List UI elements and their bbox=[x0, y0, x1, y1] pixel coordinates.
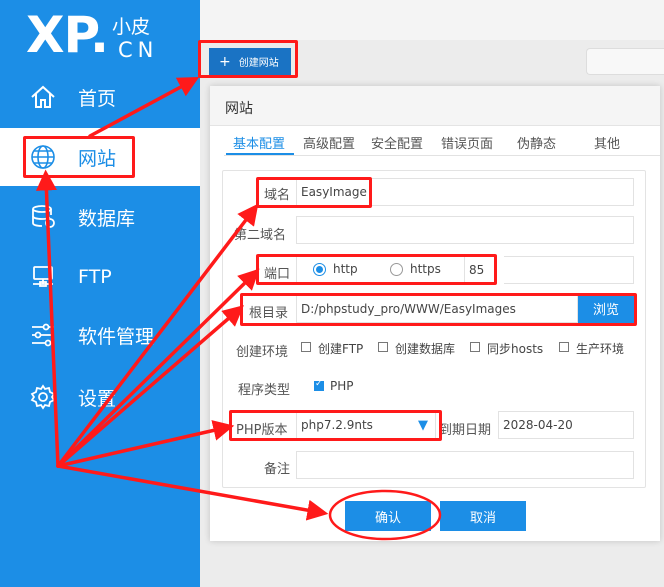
php-checkbox[interactable] bbox=[314, 379, 324, 391]
confirm-button[interactable]: 确认 bbox=[345, 501, 431, 531]
sidebar-item-label: FTP bbox=[78, 266, 112, 288]
port-number-field[interactable]: 85 bbox=[464, 256, 504, 284]
sidebar-item-software[interactable]: 软件管理 bbox=[0, 306, 200, 364]
plus-icon: + bbox=[219, 53, 231, 70]
tab-advanced[interactable]: 高级配置 bbox=[303, 133, 355, 152]
create-website-label: 创建网站 bbox=[238, 58, 279, 69]
sidebar-item-label: 设置 bbox=[78, 387, 117, 410]
http-label: http bbox=[333, 262, 358, 276]
sidebar-item-label: 数据库 bbox=[78, 207, 136, 230]
port-label: 端口 bbox=[264, 267, 291, 282]
sidebar-item-label: 软件管理 bbox=[78, 325, 155, 348]
tab-rewrite[interactable]: 伪静态 bbox=[517, 133, 556, 152]
program-type-label: 程序类型 bbox=[238, 383, 291, 398]
root-dir-label: 根目录 bbox=[249, 306, 289, 321]
logo-cn-top: 小皮 bbox=[112, 16, 151, 38]
root-dir-field[interactable]: D:/phpstudy_pro/WWW/EasyImages bbox=[296, 295, 578, 323]
tab-other[interactable]: 其他 bbox=[594, 133, 620, 152]
second-domain-label: 第二域名 bbox=[234, 228, 287, 243]
cancel-button[interactable]: 取消 bbox=[440, 501, 526, 531]
note-field[interactable] bbox=[296, 451, 634, 479]
dropdown-arrow-icon[interactable]: ▼ bbox=[418, 418, 428, 433]
home-icon bbox=[28, 82, 58, 112]
domain-field[interactable]: EasyImage bbox=[296, 178, 634, 206]
domain-label: 域名 bbox=[264, 188, 291, 203]
database-icon bbox=[28, 202, 58, 232]
https-label: https bbox=[410, 262, 441, 276]
second-domain-field[interactable] bbox=[296, 216, 634, 244]
dialog-title: 网站 bbox=[210, 86, 660, 126]
sidebar-item-website[interactable]: 网站 bbox=[0, 128, 200, 186]
ftp-checkbox-label: 创建FTP bbox=[318, 342, 364, 356]
production-checkbox-label: 生产环境 bbox=[576, 342, 625, 356]
ftp-checkbox[interactable] bbox=[301, 342, 311, 352]
sidebar-item-label: 网站 bbox=[78, 147, 117, 170]
top-bar bbox=[200, 0, 664, 40]
sidebar-item-settings[interactable]: 设置 bbox=[0, 368, 200, 426]
sidebar-item-database[interactable]: 数据库 bbox=[0, 188, 200, 246]
php-version-select[interactable]: php7.2.9nts bbox=[296, 411, 436, 439]
sidebar: XP. 小皮 CN 首页 网站 数据库 FTP 软件管理 设置 bbox=[0, 0, 200, 587]
production-checkbox[interactable] bbox=[559, 342, 569, 352]
sliders-icon bbox=[28, 320, 58, 350]
php-checkbox-label: PHP bbox=[330, 379, 354, 393]
browse-button[interactable]: 浏览 bbox=[578, 294, 634, 323]
tab-basic[interactable]: 基本配置 bbox=[233, 133, 285, 152]
http-radio[interactable] bbox=[313, 263, 326, 276]
database-checkbox-label: 创建数据库 bbox=[395, 342, 456, 356]
hosts-checkbox-label: 同步hosts bbox=[487, 342, 544, 356]
database-checkbox[interactable] bbox=[378, 342, 388, 352]
gear-icon bbox=[28, 382, 58, 412]
monitor-icon bbox=[28, 262, 58, 292]
expire-date-label: 到期日期 bbox=[439, 423, 492, 438]
tabs-divider bbox=[224, 155, 660, 156]
php-version-label: PHP版本 bbox=[236, 423, 288, 438]
logo-cn-bottom: CN bbox=[118, 38, 159, 62]
note-label: 备注 bbox=[264, 462, 291, 477]
logo-brand: XP. bbox=[26, 6, 109, 64]
tab-security[interactable]: 安全配置 bbox=[371, 133, 423, 152]
env-label: 创建环境 bbox=[236, 345, 289, 360]
create-website-button[interactable]: + 创建网站 bbox=[209, 48, 291, 75]
https-radio[interactable] bbox=[390, 263, 403, 276]
globe-icon bbox=[28, 142, 58, 172]
expire-date-field[interactable]: 2028-04-20 bbox=[498, 411, 634, 439]
tab-error-pages[interactable]: 错误页面 bbox=[441, 133, 493, 152]
hosts-checkbox[interactable] bbox=[470, 342, 480, 352]
search-input[interactable] bbox=[586, 48, 664, 75]
sidebar-item-home[interactable]: 首页 bbox=[0, 68, 200, 126]
sidebar-item-label: 首页 bbox=[78, 87, 117, 110]
sidebar-item-ftp[interactable]: FTP bbox=[0, 248, 200, 306]
